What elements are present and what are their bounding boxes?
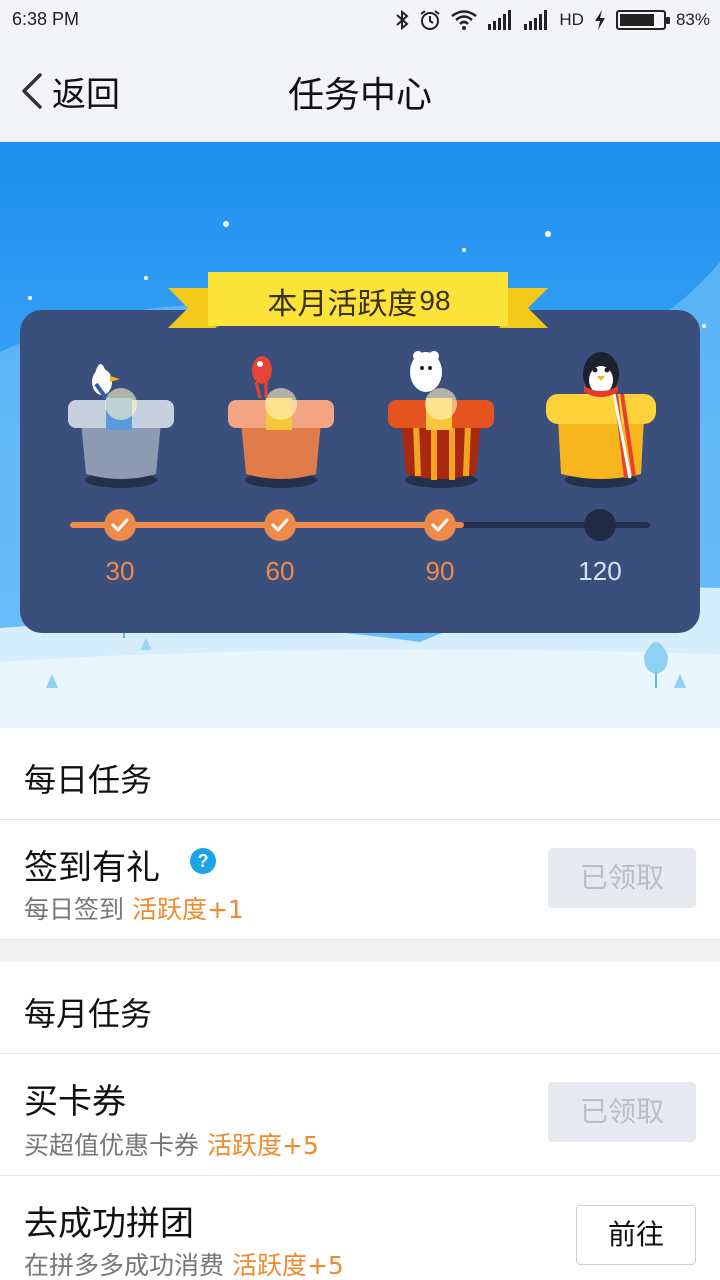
gold-gift-chest-icon[interactable] xyxy=(546,342,656,492)
milestone-label: 60 xyxy=(265,556,295,586)
page-title: 任务中心 xyxy=(287,75,432,116)
milestone-30-node xyxy=(104,509,136,541)
monthly-tasks-header: 每月任务 xyxy=(0,962,720,1054)
task-reward: 活跃度+5 xyxy=(231,1251,344,1280)
milestone-120-node xyxy=(584,509,616,541)
activity-value: 98 xyxy=(419,285,451,316)
task-description: 在拼多多成功消费 活跃度+5 xyxy=(24,1246,344,1280)
activity-banner: 本月活跃度 98 30 60 90 120 xyxy=(0,142,720,728)
alarm-icon xyxy=(420,10,441,30)
check-icon xyxy=(431,518,449,532)
task-row-buy-coupon: 买卡券 买超值优惠卡券 活跃度+5 已领取 xyxy=(0,1054,720,1176)
nav-bar: 返回 任务中心 xyxy=(0,40,720,142)
red-gift-chest-icon[interactable] xyxy=(386,342,496,492)
task-title: 去成功拼团 xyxy=(24,1204,194,1244)
task-desc-text: 在拼多多成功消费 xyxy=(24,1251,225,1280)
daily-tasks-header: 每日任务 xyxy=(0,728,720,820)
task-row-group-buy: 去成功拼团 在拼多多成功消费 活跃度+5 前往 xyxy=(0,1176,720,1280)
task-title: 签到有礼 xyxy=(24,848,160,888)
go-button[interactable]: 前往 xyxy=(576,1205,696,1265)
check-icon xyxy=(271,518,289,532)
task-row-sign-in: 签到有礼 ? 每日签到 活跃度+1 已领取 xyxy=(0,820,720,940)
milestone-label: 90 xyxy=(425,556,455,586)
milestone-label: 120 xyxy=(578,556,622,586)
status-bar: 6:38 PM HD 83% xyxy=(0,0,720,40)
section-title: 每日任务 xyxy=(24,761,153,799)
milestone-60-node xyxy=(264,509,296,541)
battery-icon xyxy=(615,10,670,30)
milestone-90-node xyxy=(424,509,456,541)
task-description: 买超值优惠卡券 活跃度+5 xyxy=(24,1126,319,1162)
activity-title-label: 本月活跃度 xyxy=(267,287,418,322)
section-title: 每月任务 xyxy=(24,995,153,1033)
battery-percent: 83% xyxy=(675,10,710,29)
claimed-button[interactable]: 已领取 xyxy=(548,1082,696,1142)
task-desc-text: 买超值优惠卡券 xyxy=(24,1131,200,1160)
task-title: 买卡券 xyxy=(24,1082,126,1122)
wifi-icon xyxy=(451,10,478,30)
task-reward: 活跃度+1 xyxy=(131,895,244,924)
status-icons: HD 83% xyxy=(395,8,710,32)
status-time: 6:38 PM xyxy=(12,9,80,29)
task-reward: 活跃度+5 xyxy=(206,1131,319,1160)
bluetooth-icon xyxy=(396,9,409,31)
task-desc-text: 每日签到 xyxy=(24,895,125,924)
signal-icon xyxy=(524,10,548,30)
claimed-button[interactable]: 已领取 xyxy=(548,848,696,908)
task-description: 每日签到 活跃度+1 xyxy=(24,890,244,926)
activity-progress-track xyxy=(70,522,650,528)
blue-gift-chest-icon[interactable] xyxy=(66,342,176,492)
milestone-label: 30 xyxy=(105,556,135,586)
network-type: HD xyxy=(559,10,584,29)
section-divider xyxy=(0,940,720,962)
signal-icon xyxy=(488,10,512,30)
check-icon xyxy=(111,518,129,532)
help-icon[interactable]: ? xyxy=(190,848,216,874)
activity-title: 本月活跃度 98 xyxy=(208,276,510,326)
orange-gift-chest-icon[interactable] xyxy=(226,342,336,492)
charging-icon xyxy=(594,10,605,30)
